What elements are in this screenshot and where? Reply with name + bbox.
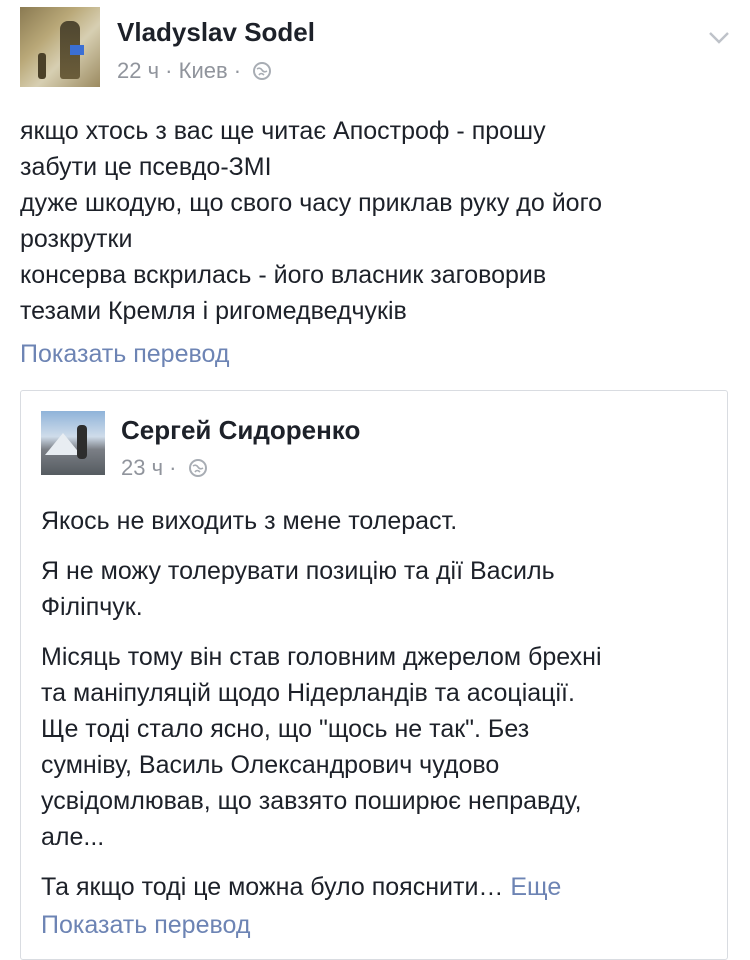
shared-author-avatar[interactable] xyxy=(41,411,105,475)
shared-text-line: Ще тоді стало ясно, що "щось не так". Бе… xyxy=(41,715,530,743)
meta-separator: · xyxy=(169,455,177,480)
shared-post-text: Якось не виходить з мене толераст. Я не … xyxy=(41,503,711,919)
avatar-mountain xyxy=(45,433,81,455)
avatar-patch xyxy=(70,45,84,55)
author-avatar[interactable] xyxy=(20,7,100,87)
post-header: Vladyslav Sodel 22 ч · Киев · xyxy=(0,0,750,100)
meta-separator: · xyxy=(165,58,173,83)
chevron-down-icon[interactable] xyxy=(708,26,730,48)
avatar-figure-background xyxy=(38,53,46,79)
post-text-line: забути це псевдо-ЗМІ xyxy=(20,153,272,181)
shared-text-line: сумніву, Василь Олександрович чудово xyxy=(41,751,500,779)
shared-text-line: Та якщо тоді це можна було пояснити… Еще xyxy=(41,869,711,905)
shared-text-line: Якось не виходить з мене толераст. xyxy=(41,507,458,535)
shared-post-time[interactable]: 23 ч xyxy=(121,455,163,480)
post-text-line: тезами Кремля і ригомедведчуків xyxy=(20,297,407,325)
shared-paragraph: Якось не виходить з мене толераст. xyxy=(41,503,711,539)
meta-separator: · xyxy=(233,58,242,83)
shared-text-line: Я не можу толерувати позицію та дії Васи… xyxy=(41,557,555,585)
post-text-line: консерва вскрилась - його власник загово… xyxy=(20,261,547,289)
post-meta: 22 ч · Киев · xyxy=(117,58,272,84)
shared-text-line: усвідомлював, що завзято поширює неправд… xyxy=(41,787,582,815)
globe-icon xyxy=(188,459,207,477)
author-name[interactable]: Vladyslav Sodel xyxy=(117,17,315,48)
avatar-person xyxy=(77,425,87,459)
shared-show-translation-link[interactable]: Показать перевод xyxy=(41,911,250,940)
post-text-line: розкрутки xyxy=(20,225,133,253)
shared-text-line: Філіпчук. xyxy=(41,593,143,621)
shared-paragraph: Я не можу толерувати позицію та дії Васи… xyxy=(41,553,711,625)
post-location[interactable]: Киев xyxy=(179,58,228,83)
truncated-text: Та якщо тоді це можна було пояснити… xyxy=(41,873,504,901)
shared-text-line: та маніпуляцій щодо Нідерландів та асоці… xyxy=(41,679,575,707)
post-text-line: якщо хтось з вас ще читає Апостроф - про… xyxy=(20,117,546,145)
shared-text-line: але... xyxy=(41,823,105,851)
shared-paragraph: Та якщо тоді це можна було пояснити… Еще xyxy=(41,869,711,905)
shared-paragraph: Місяць тому він став головним джерелом б… xyxy=(41,639,711,855)
post-text-line: дуже шкодую, що свого часу приклав руку … xyxy=(20,189,603,217)
shared-post-meta: 23 ч · xyxy=(121,455,207,481)
shared-post-card[interactable]: Сергей Сидоренко 23 ч · Якось не виходит… xyxy=(20,390,728,960)
shared-author-name[interactable]: Сергей Сидоренко xyxy=(121,415,360,446)
post-text: якщо хтось з вас ще читає Апостроф - про… xyxy=(20,113,730,329)
see-more-link[interactable]: Еще xyxy=(510,873,561,901)
post-time[interactable]: 22 ч xyxy=(117,58,159,83)
shared-text-line: Місяць тому він став головним джерелом б… xyxy=(41,643,602,671)
show-translation-link[interactable]: Показать перевод xyxy=(20,340,229,369)
globe-icon xyxy=(253,62,272,80)
